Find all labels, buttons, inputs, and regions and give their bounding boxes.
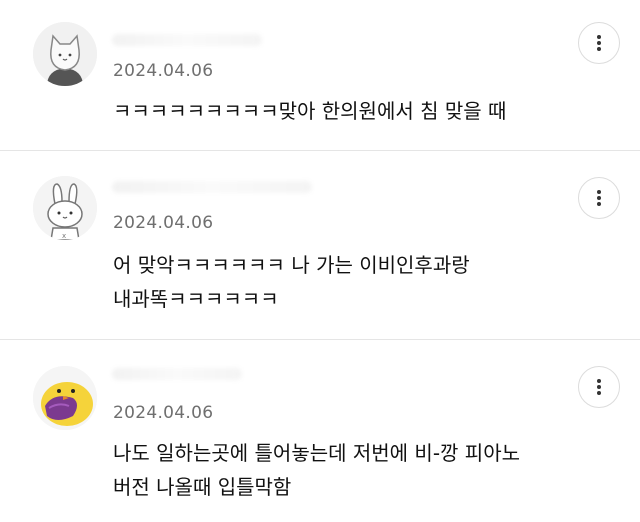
username-redacted bbox=[112, 181, 312, 193]
username-redacted bbox=[112, 34, 262, 46]
more-vertical-icon bbox=[597, 190, 601, 206]
comment-item: 2024.04.06 나도 일하는곳에 틀어놓는데 저번에 비-깡 피아노 버전… bbox=[0, 340, 640, 522]
comment-text: 나도 일하는곳에 틀어놓는데 저번에 비-깡 피아노 버전 나올때 입틀막함 bbox=[113, 441, 521, 499]
cat-avatar-icon[interactable] bbox=[33, 22, 97, 86]
more-options-button[interactable] bbox=[578, 22, 620, 64]
comment-date: 2024.04.06 bbox=[113, 213, 214, 233]
comment-text: ㅋㅋㅋㅋㅋㅋㅋㅋㅋ맞아 한의원에서 침 맞을 때 bbox=[113, 99, 507, 123]
comment-date: 2024.04.06 bbox=[113, 61, 214, 81]
more-options-button[interactable] bbox=[578, 177, 620, 219]
comment-item: x 2024.04.06 어 맞악ㅋㅋㅋㅋㅋㅋ 나 가는 이비인후과랑 내과똑ㅋ… bbox=[0, 151, 640, 339]
username-redacted bbox=[112, 368, 242, 380]
comment-item: 2024.04.06 ㅋㅋㅋㅋㅋㅋㅋㅋㅋ맞아 한의원에서 침 맞을 때 bbox=[0, 0, 640, 150]
more-vertical-icon bbox=[597, 35, 601, 51]
bunny-avatar-icon[interactable]: x bbox=[33, 176, 97, 240]
more-vertical-icon bbox=[597, 379, 601, 395]
svg-text:x: x bbox=[62, 232, 66, 240]
more-options-button[interactable] bbox=[578, 366, 620, 408]
comment-date: 2024.04.06 bbox=[113, 403, 214, 423]
comment-text: 어 맞악ㅋㅋㅋㅋㅋㅋ 나 가는 이비인후과랑 내과똑ㅋㅋㅋㅋㅋㅋ bbox=[113, 253, 470, 311]
chick-avatar-icon[interactable] bbox=[33, 366, 97, 430]
